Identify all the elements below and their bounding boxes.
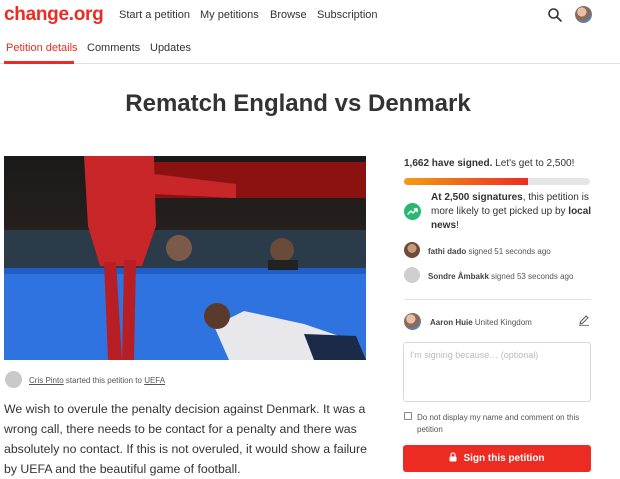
sign-button-label: Sign this petition	[463, 453, 545, 464]
signature-count-number: 1,662 have signed.	[404, 158, 493, 169]
tab-petition-details[interactable]: Petition details	[6, 42, 78, 54]
lock-icon	[449, 452, 457, 465]
petition-image	[4, 156, 366, 360]
starter-name-link[interactable]: Cris Pinto	[29, 376, 64, 385]
active-tab-indicator	[4, 61, 74, 64]
signer-name: fathi dado	[428, 247, 467, 256]
hide-name-checkbox[interactable]	[404, 412, 412, 420]
nav-browse[interactable]: Browse	[270, 9, 307, 21]
signer-name: Sondre Åmbakk	[428, 272, 489, 281]
petition-title: Rematch England vs Denmark	[125, 90, 471, 117]
signature-progress-fill	[404, 178, 528, 185]
signer-avatar	[404, 267, 420, 283]
signing-reason-input[interactable]	[403, 342, 591, 402]
search-icon[interactable]	[547, 7, 563, 23]
starter-action: started this petition to	[63, 376, 145, 385]
tab-comments[interactable]: Comments	[87, 42, 140, 54]
signature-progress-bar	[404, 178, 590, 185]
milestone-target: At 2,500 signatures	[431, 192, 523, 203]
tab-updates[interactable]: Updates	[150, 42, 191, 54]
signer-time: signed 51 seconds ago	[468, 247, 551, 256]
current-user-avatar	[404, 313, 421, 330]
section-divider	[404, 299, 591, 300]
petition-description: We wish to overule the penalty decision …	[4, 402, 367, 476]
milestone-end: !	[456, 220, 459, 231]
signer-avatar	[404, 242, 420, 258]
nav-my-petitions[interactable]: My petitions	[200, 9, 259, 21]
current-user-name: Aaron Huie	[430, 318, 473, 327]
nav-subscription[interactable]: Subscription	[317, 9, 378, 21]
sign-petition-button[interactable]: Sign this petition	[403, 445, 591, 472]
hide-name-label: Do not display my name and comment on th…	[417, 413, 580, 434]
top-navigation: change.org Start a petition My petitions…	[0, 0, 620, 32]
user-avatar[interactable]	[575, 6, 592, 23]
trending-up-icon	[404, 203, 421, 220]
petition-target-link[interactable]: UEFA	[144, 376, 165, 385]
change-org-logo[interactable]: change.org	[4, 4, 104, 26]
starter-avatar	[5, 371, 22, 388]
edit-icon[interactable]	[578, 314, 590, 326]
signature-goal: Let's get to 2,500!	[492, 158, 575, 169]
signature-count: 1,662 have signed. Let's get to 2,500!	[404, 158, 574, 169]
milestone-message: At 2,500 signatures, this petition is mo…	[431, 191, 596, 233]
current-user-country: United Kingdom	[474, 318, 532, 327]
petition-tabs: Petition details Comments Updates	[0, 32, 620, 64]
signer-time: signed 53 seconds ago	[491, 272, 574, 281]
nav-start-petition[interactable]: Start a petition	[119, 9, 190, 21]
